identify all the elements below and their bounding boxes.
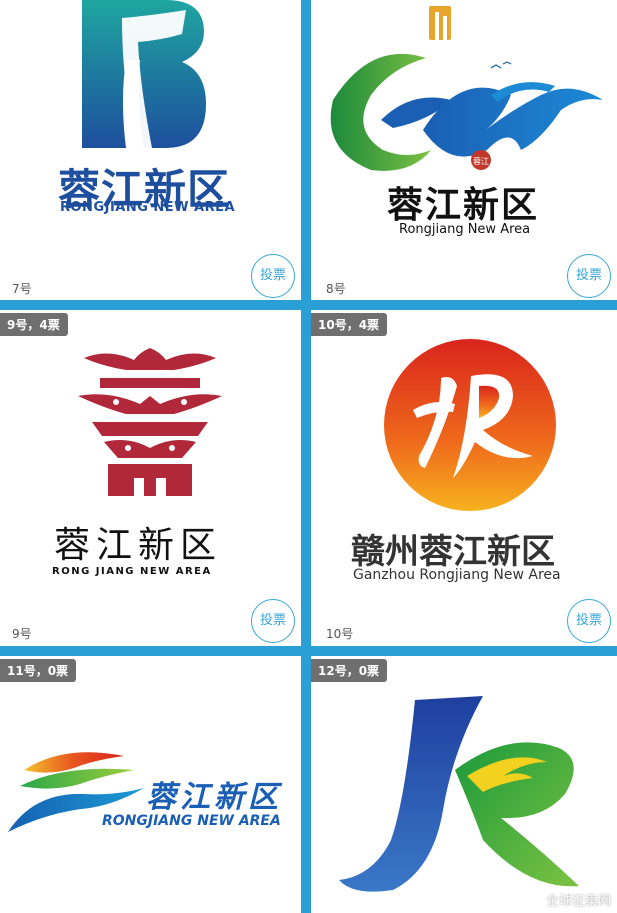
vote-count-badge: 11号，0票 [0,659,77,682]
logo-10-chinese-title: 赣州蓉江新区 [351,532,555,572]
logo-8-chinese-title: 蓉江新区 [387,184,540,226]
logo-7-emblem [82,0,206,148]
logo-card-8: 蓉江 蓉江新区 Rongjiang New Area 8号 投票 [311,0,617,300]
logo-card-7: 蓉江新区 RONGJIANG NEW AREA 7号 投票 [0,0,301,300]
entry-number: 10号 [326,627,354,641]
vote-button[interactable]: 投票 [567,254,611,298]
vote-button[interactable]: 投票 [567,599,611,643]
logo-8-emblem: 蓉江 [330,6,603,171]
logo-7-english-title: RONGJIANG NEW AREA [60,200,236,215]
vote-count-badge: 10号，4票 [311,313,388,336]
logo-8-english-title: Rongjiang New Area [399,222,531,237]
logo-card-10: 10号，4票 赣州蓉江新区 Ganzhou Rongjiang New Area… [311,310,617,646]
watermark: 全球征集网 [545,894,611,909]
logo-card-12: 12号，0票 全球征集网 [311,656,617,913]
vote-count-badge: 12号，0票 [311,659,388,682]
logo-12-emblem [339,696,579,892]
vote-button[interactable]: 投票 [251,254,295,298]
logo-card-11: 11号，0票 蓉江新区 RONGJIANG NEW AREA [0,656,301,913]
logo-10-emblem [384,339,556,511]
vote-count-badge: 9号，4票 [0,313,68,336]
logo-10-english-title: Ganzhou Rongjiang New Area [353,567,561,583]
logo-9-emblem [78,348,222,496]
logo-9-chinese-title: 蓉江新区 [54,525,223,566]
logo-8-seal-text: 蓉江 [473,156,489,166]
vote-button[interactable]: 投票 [251,599,295,643]
logo-card-9: 9号，4票 蓉江新区 蓉江新区 RONG JIANG NEW AREA 9号 投… [0,310,301,646]
entry-number: 9号 [12,627,32,641]
entry-number: 7号 [12,282,32,296]
logo-9-english-title: RONG JIANG NEW AREA [52,566,212,577]
entry-number: 8号 [326,282,346,296]
logo-11-english-title: RONGJIANG NEW AREA [102,813,281,829]
logo-11-chinese-title: 蓉江新区 [146,780,282,815]
